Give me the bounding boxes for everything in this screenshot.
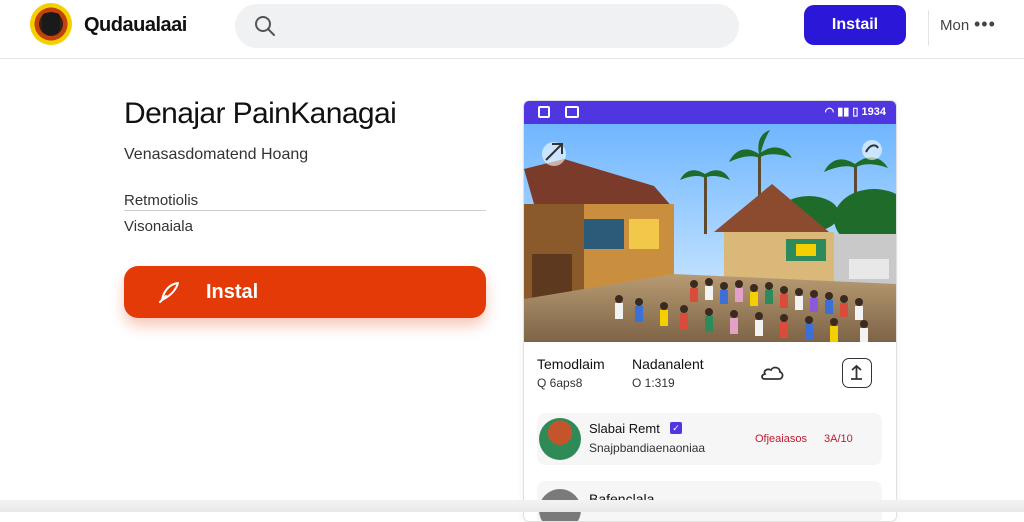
status-right: ◠ ▮▮ ▯ 1934 — [825, 105, 886, 118]
share-icon[interactable] — [842, 358, 872, 388]
search-icon — [255, 16, 275, 36]
header-divider — [928, 10, 929, 46]
list-item-count: 3A/10 — [824, 433, 853, 445]
more-dots-icon[interactable]: ••• — [974, 14, 996, 35]
stat-2-value: O 1:319 — [632, 376, 675, 390]
stat-1-value: Q 6aps8 — [537, 376, 583, 390]
cloud-icon[interactable] — [757, 358, 787, 388]
list-item-title: Slabai Remt — [589, 421, 660, 436]
primary-install-label: Instal — [206, 281, 259, 303]
list-item-tag: Ofjeaiasos — [755, 433, 807, 445]
stat-2-title: Nadanalent — [632, 356, 704, 372]
phone-status-bar: ◠ ▮▮ ▯ 1934 — [524, 101, 896, 124]
search-bar[interactable] — [235, 4, 739, 48]
primary-install-button[interactable]: Instal — [124, 266, 486, 318]
header-install-button[interactable]: Instail — [804, 5, 906, 45]
field-divider — [124, 210, 486, 211]
share-glyph — [851, 364, 862, 380]
grid-icon — [565, 106, 579, 118]
field-label: Retmotiolis — [124, 192, 199, 209]
square-icon — [538, 106, 550, 118]
brand-name[interactable]: Qudaualaai — [84, 14, 187, 37]
logo-emblem[interactable] — [30, 3, 72, 45]
status-time: 1934 — [861, 106, 886, 118]
village-photo[interactable] — [524, 124, 896, 342]
verified-icon: ✓ — [670, 422, 682, 434]
stat-1-title: Temodlaim — [537, 356, 605, 372]
avatar — [539, 418, 581, 460]
app-preview-card: ◠ ▮▮ ▯ 1934 Temodlaim Q 6aps8 Nadanalent… — [523, 100, 897, 522]
list-item[interactable]: Slabai Remt ✓ Snajpbandiaenaoniaa Ofjeai… — [537, 413, 882, 465]
logo-shape — [42, 13, 60, 35]
more-label[interactable]: Mon — [940, 17, 969, 34]
feather-icon — [159, 282, 179, 303]
page-subtitle: Venasasdomatend Hoang — [124, 146, 309, 163]
bottom-fade — [0, 500, 1024, 512]
top-navigation-bar: Qudaualaai Instail Mon ••• — [0, 0, 1024, 59]
list-item-subtitle: Snajpbandiaenaoniaa — [589, 441, 706, 455]
wifi-icon: ◠ ▮▮ ▯ — [824, 106, 859, 118]
page-title: Denajar PainKanagai — [124, 97, 397, 130]
field-value[interactable]: Visonaiala — [124, 218, 193, 235]
